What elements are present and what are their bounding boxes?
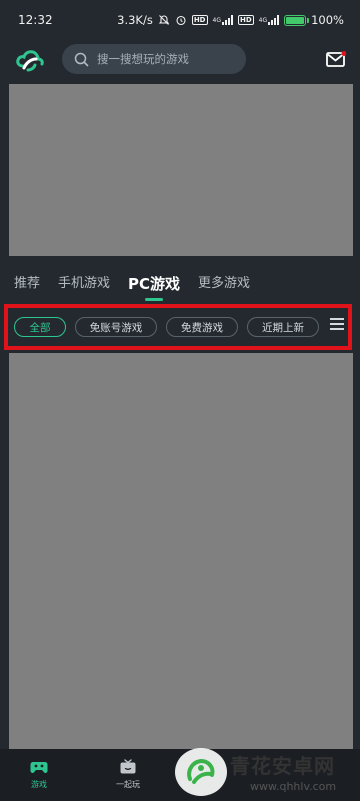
battery-fill <box>286 16 305 24</box>
tab-mobile-games[interactable]: 手机游戏 <box>58 270 110 298</box>
network-type-label: 4G <box>258 16 268 24</box>
filter-menu-icon[interactable] <box>330 318 344 332</box>
search-icon <box>74 52 89 66</box>
gamepad-icon <box>30 762 48 773</box>
network-type-label: 4G <box>212 16 221 24</box>
hd-badge: HD <box>237 15 254 25</box>
filter-chip-row: 全部 免账号游戏 免费游戏 近期上新 <box>4 304 352 350</box>
category-tabs: 推荐 手机游戏 PC游戏 更多游戏 <box>14 270 250 301</box>
active-tab-indicator <box>145 298 164 301</box>
mute-bell-icon <box>158 14 170 26</box>
battery-icon <box>284 14 310 26</box>
network-speed: 3.3K/s <box>117 13 153 27</box>
alarm-icon <box>175 14 187 26</box>
banner-image[interactable] <box>9 84 353 256</box>
tv-icon <box>120 759 136 774</box>
filter-chip-all[interactable]: 全部 <box>14 317 66 337</box>
app-header <box>0 40 360 80</box>
filter-chip-new[interactable]: 近期上新 <box>247 317 319 337</box>
status-icons: 3.3K/s HD 4G HD 4G 100% <box>117 13 344 27</box>
status-bar: 12:32 3.3K/s HD 4G HD 4G 100% <box>0 0 360 40</box>
watermark-title: 青花安卓网 <box>230 754 335 778</box>
hd-badge: HD <box>191 15 208 25</box>
tab-label: 推荐 <box>14 276 41 291</box>
chip-label: 免费游戏 <box>181 321 223 334</box>
game-list-area[interactable] <box>9 353 353 749</box>
search-input[interactable] <box>97 52 237 66</box>
signal-icon: 4G <box>213 15 233 25</box>
nav-label: 一起玩 <box>116 780 140 789</box>
tab-recommend[interactable]: 推荐 <box>14 270 40 298</box>
chip-label: 全部 <box>29 321 51 334</box>
nav-label: 游戏 <box>31 780 47 789</box>
site-watermark: 青花安卓网 www.qhhlv.com <box>172 744 356 800</box>
tab-label: 更多游戏 <box>198 276 251 291</box>
watermark-logo-icon <box>175 748 227 796</box>
mail-icon[interactable] <box>326 51 346 67</box>
chip-label: 近期上新 <box>262 321 304 334</box>
tab-pc-games[interactable]: PC游戏 <box>128 270 181 301</box>
chip-label: 免账号游戏 <box>89 321 143 334</box>
filter-chip-no-account[interactable]: 免账号游戏 <box>75 317 157 337</box>
search-bar[interactable] <box>62 44 246 74</box>
nav-item-games[interactable]: 游戏 <box>30 759 48 790</box>
tab-label: 手机游戏 <box>58 276 111 291</box>
battery-percent: 100% <box>311 13 344 27</box>
tab-more-games[interactable]: 更多游戏 <box>198 270 250 298</box>
filter-chip-free[interactable]: 免费游戏 <box>166 317 238 337</box>
signal-icon: 4G <box>258 15 280 25</box>
tab-label: PC游戏 <box>128 275 181 293</box>
watermark-url: www.qhhlv.com <box>250 780 337 793</box>
status-time: 12:32 <box>18 13 53 27</box>
nav-item-play-together[interactable]: 一起玩 <box>116 759 140 790</box>
cloud-game-logo-icon[interactable] <box>14 46 46 74</box>
